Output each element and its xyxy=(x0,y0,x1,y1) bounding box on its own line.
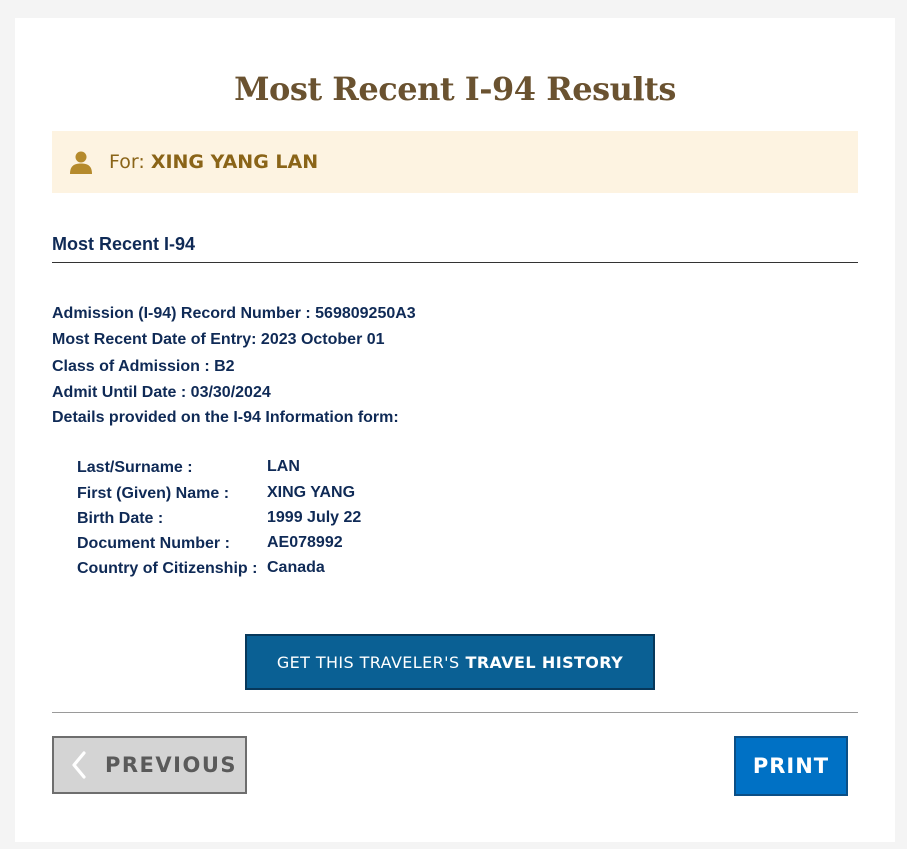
for-text: For: XING YANG LAN xyxy=(109,151,318,173)
detail-label-given-name: First (Given) Name : xyxy=(77,485,230,502)
detail-value-document-number: AE078992 xyxy=(267,534,343,551)
detail-value-surname: LAN xyxy=(267,458,300,475)
page-title: Most Recent I-94 Results xyxy=(234,70,676,108)
detail-value-birth-date: 1999 July 22 xyxy=(267,509,362,526)
traveler-name: XING YANG LAN xyxy=(150,151,319,173)
detail-label-document-number: Document Number : xyxy=(77,535,230,552)
chevron-left-icon xyxy=(72,751,86,779)
details-heading: Details provided on the I-94 Information… xyxy=(52,409,399,426)
print-label: PRINT xyxy=(752,754,830,778)
travel-history-button[interactable]: GET THIS TRAVELER'S TRAVEL HISTORY xyxy=(245,634,655,690)
section-divider xyxy=(52,262,858,263)
admit-until-date: Admit Until Date : 03/30/2024 xyxy=(52,384,271,401)
detail-label-surname: Last/Surname : xyxy=(77,459,193,476)
for-prefix: For: xyxy=(109,151,145,173)
person-icon xyxy=(70,151,92,174)
previous-label: PREVIOUS xyxy=(105,753,238,777)
class-of-admission: Class of Admission : B2 xyxy=(52,358,235,375)
travel-history-prefix: GET THIS TRAVELER'S xyxy=(276,652,460,672)
admission-record-number: Admission (I-94) Record Number : 5698092… xyxy=(52,305,416,322)
detail-label-birth-date: Birth Date : xyxy=(77,510,164,527)
print-button[interactable]: PRINT xyxy=(734,736,848,796)
most-recent-entry-date: Most Recent Date of Entry: 2023 October … xyxy=(52,331,385,348)
section-title: Most Recent I-94 xyxy=(52,234,196,254)
detail-value-given-name: XING YANG xyxy=(267,484,356,501)
previous-button[interactable]: PREVIOUS xyxy=(52,736,247,794)
results-card: Most Recent I-94 Results For: XING YANG … xyxy=(15,18,895,842)
detail-value-citizenship: Canada xyxy=(267,559,325,576)
for-banner: For: XING YANG LAN xyxy=(52,131,858,193)
detail-label-citizenship: Country of Citizenship : xyxy=(77,560,258,577)
travel-history-bold: TRAVEL HISTORY xyxy=(465,652,624,672)
bottom-divider xyxy=(52,712,858,713)
